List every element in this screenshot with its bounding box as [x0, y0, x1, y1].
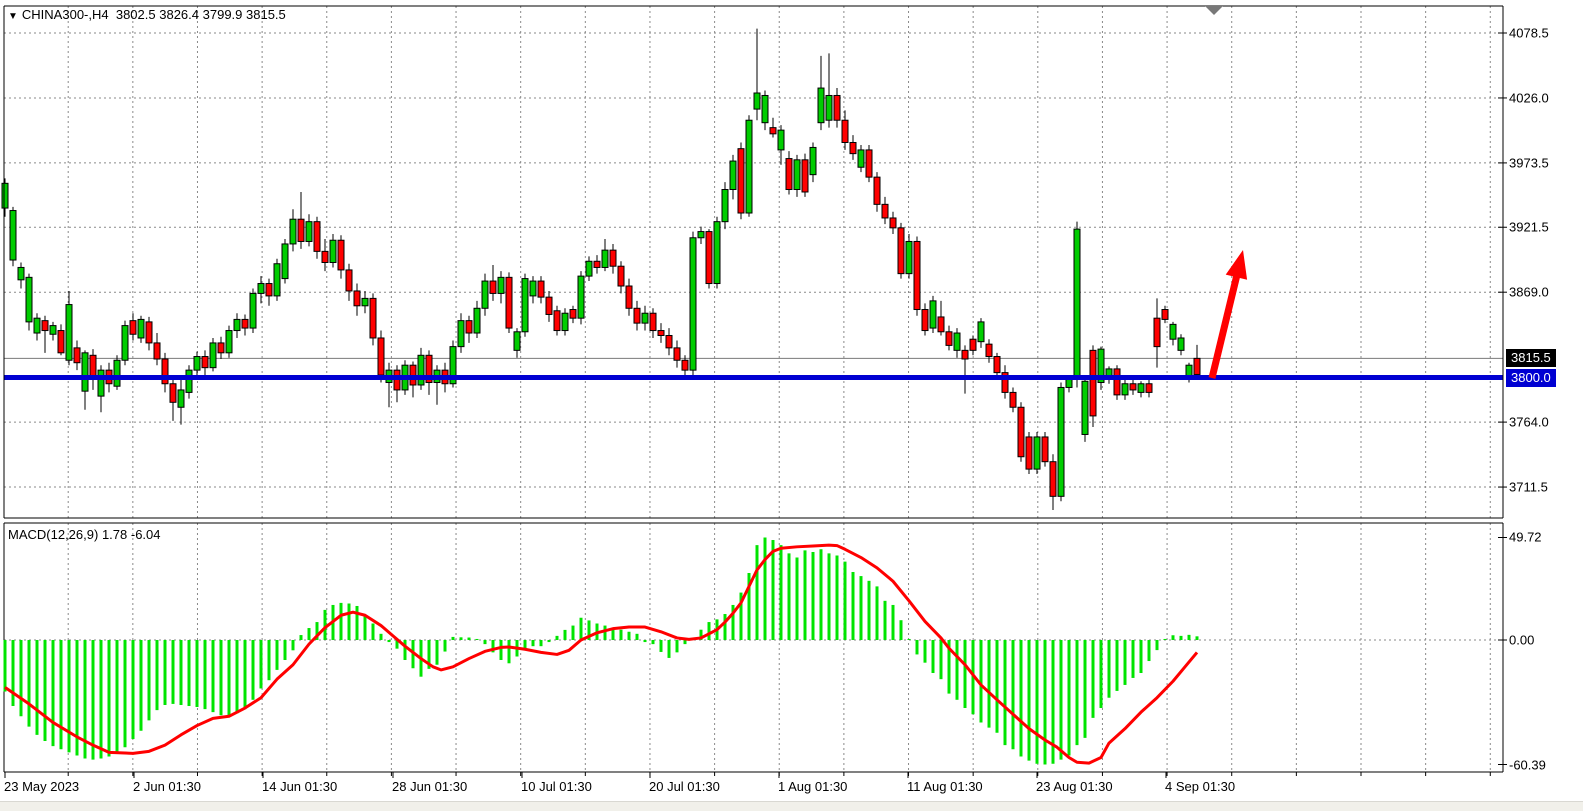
price-tick-label: 3973.5 [1509, 155, 1549, 170]
time-tick-label: 20 Jul 01:30 [649, 779, 720, 794]
macd-indicator-panel[interactable] [0, 520, 1583, 780]
symbol-dropdown-icon[interactable]: ▼ [8, 11, 18, 22]
window-bottom-strip [0, 801, 1583, 811]
close-value: 3815.5 [246, 7, 286, 22]
symbol-timeframe-label: CHINA300-,H4 [22, 7, 109, 22]
time-tick-label: 23 May 2023 [4, 779, 79, 794]
price-tick-label: 4078.5 [1509, 26, 1549, 41]
macd-value: 1.78 [102, 527, 127, 542]
price-chart-panel[interactable] [0, 0, 1583, 520]
time-tick-label: 10 Jul 01:30 [521, 779, 592, 794]
time-tick-label: 4 Sep 01:30 [1165, 779, 1235, 794]
open-value: 3802.5 [116, 7, 156, 22]
macd-header: MACD(12,26,9) 1.78 -6.04 [8, 527, 161, 542]
price-panel-border [4, 6, 1507, 518]
low-value: 3799.9 [203, 7, 243, 22]
macd-indicator-label: MACD(12,26,9) [8, 527, 98, 542]
price-tick-label: 4026.0 [1509, 90, 1549, 105]
time-tick-label: 11 Aug 01:30 [907, 779, 983, 794]
chart-window: ▼ CHINA300-,H4 3802.5 3826.4 3799.9 3815.… [0, 0, 1583, 811]
price-tick-label: 3921.5 [1509, 220, 1549, 235]
time-tick-label: 14 Jun 01:30 [262, 779, 337, 794]
price-tick-label: 3711.5 [1509, 480, 1548, 495]
chart-shift-marker-icon[interactable] [1205, 6, 1223, 15]
hline-price-label: 3800.0 [1506, 369, 1556, 387]
time-ticks [5, 772, 1490, 778]
high-value: 3826.4 [159, 7, 199, 22]
macd-tick-label: -60.39 [1509, 757, 1546, 772]
time-tick-label: 2 Jun 01:30 [133, 779, 201, 794]
macd-signal-line [5, 545, 1197, 763]
time-tick-label: 23 Aug 01:30 [1036, 779, 1113, 794]
price-tick-label: 3869.0 [1509, 285, 1549, 300]
macd-signal-value: -6.04 [131, 527, 161, 542]
macd-tick-label: 0.00 [1509, 633, 1534, 648]
price-gridlines [4, 6, 1503, 518]
chart-header: ▼ CHINA300-,H4 3802.5 3826.4 3799.9 3815.… [8, 7, 286, 22]
time-tick-label: 28 Jun 01:30 [392, 779, 467, 794]
macd-histogram [5, 538, 1197, 765]
macd-tick-label: 49.72 [1509, 530, 1542, 545]
time-tick-label: 1 Aug 01:30 [778, 779, 847, 794]
current-price-label: 3815.5 [1506, 349, 1556, 367]
candles-layer [2, 29, 1200, 510]
price-tick-label: 3764.0 [1509, 415, 1549, 430]
